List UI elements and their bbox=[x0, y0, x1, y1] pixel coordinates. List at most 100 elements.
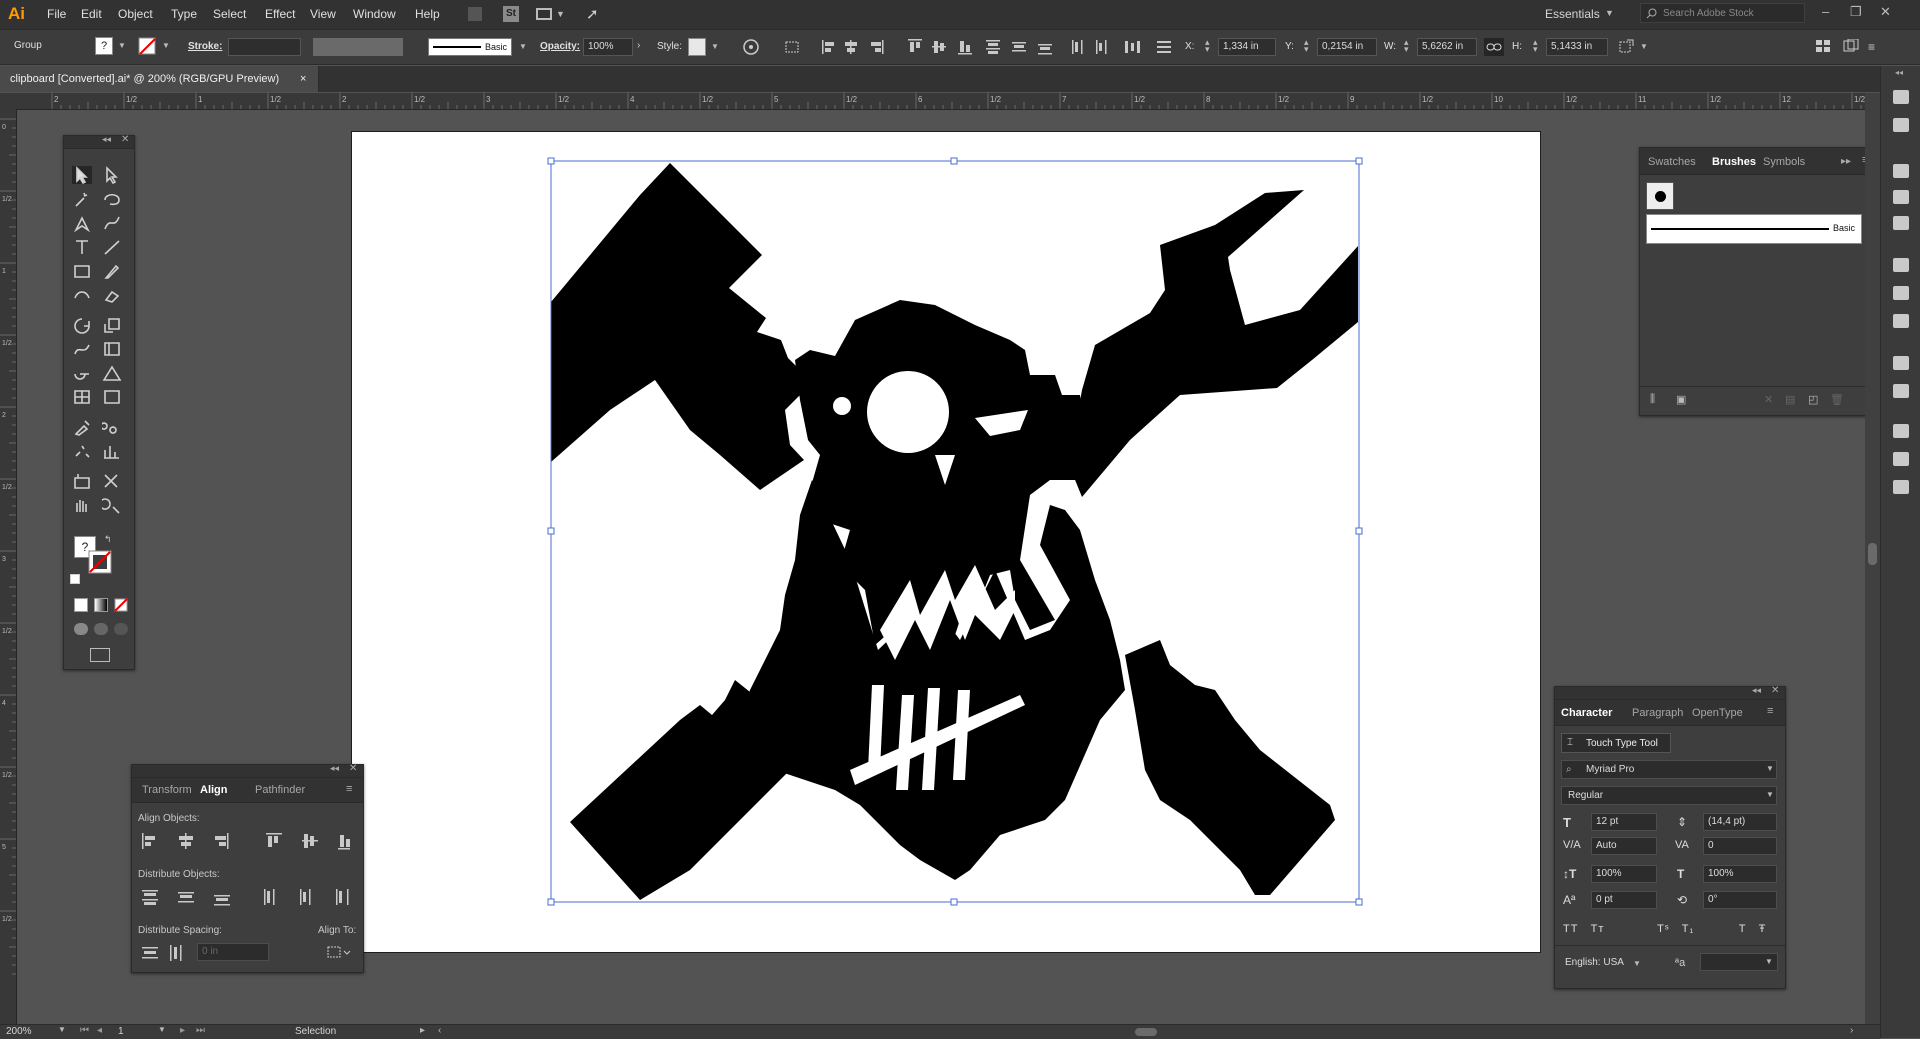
hand-tool-icon[interactable] bbox=[72, 496, 92, 514]
tab-align[interactable]: Align bbox=[200, 784, 228, 796]
first-artboard-icon[interactable]: ⏮ bbox=[80, 1025, 89, 1036]
remove-stroke-icon[interactable]: ✕ bbox=[1764, 393, 1773, 406]
artboard-number[interactable]: 1 bbox=[118, 1026, 124, 1037]
panel-menu-icon[interactable]: ≡ bbox=[346, 783, 352, 795]
line-segment-tool-icon[interactable] bbox=[102, 238, 122, 256]
rotate-tool-icon[interactable] bbox=[72, 316, 92, 334]
expand-icon[interactable]: ▸▸ bbox=[1841, 156, 1851, 167]
prev-artboard-icon[interactable]: ◂ bbox=[97, 1025, 102, 1036]
color-mode-icon[interactable] bbox=[74, 598, 88, 612]
warp-tool-icon[interactable] bbox=[72, 340, 92, 358]
align-to-selection-icon[interactable] bbox=[325, 943, 353, 961]
perspective-grid-tool-icon[interactable] bbox=[102, 364, 122, 382]
distribute-spacing-buttons[interactable] bbox=[140, 943, 190, 963]
panel-menu-icon[interactable]: ≡ bbox=[1767, 705, 1773, 717]
anti-aliasing-select[interactable]: ▼ bbox=[1700, 953, 1778, 971]
close-icon[interactable]: ✕ bbox=[1771, 685, 1779, 696]
layers-icon[interactable] bbox=[1893, 452, 1909, 466]
gradient-tool-icon[interactable] bbox=[102, 388, 122, 406]
swatches-icon[interactable] bbox=[1893, 164, 1909, 178]
font-style-field[interactable]: Regular ▼ bbox=[1561, 786, 1777, 805]
default-colors-icon[interactable] bbox=[70, 574, 80, 584]
delete-icon[interactable]: 🗑 bbox=[1830, 393, 1844, 406]
calligraphic-brush-swatch[interactable] bbox=[1646, 182, 1674, 210]
eraser-tool-icon[interactable] bbox=[102, 286, 122, 304]
collapse-icon[interactable]: ◂◂ bbox=[102, 134, 111, 145]
gradient-icon[interactable] bbox=[1893, 286, 1909, 300]
curvature-tool-icon[interactable] bbox=[102, 214, 122, 232]
horizontal-scrollbar-thumb[interactable] bbox=[1135, 1028, 1157, 1036]
align-panel-header[interactable]: ◂◂ ✕ bbox=[132, 763, 363, 778]
orc-skull-artwork[interactable] bbox=[551, 163, 1358, 900]
zoom-tool-icon[interactable] bbox=[99, 496, 122, 514]
symbol-sprayer-tool-icon[interactable] bbox=[72, 442, 92, 460]
tab-brushes[interactable]: Brushes bbox=[1712, 156, 1756, 168]
font-size-field[interactable]: 12 pt bbox=[1591, 813, 1657, 831]
slice-tool-icon[interactable] bbox=[102, 472, 122, 490]
assets-icon[interactable] bbox=[1893, 90, 1909, 104]
text-style-buttons[interactable]: TT Tт Tˢ T₁ T Ŧ bbox=[1563, 923, 1766, 935]
collapse-icon[interactable]: ◂◂ bbox=[330, 763, 339, 774]
chevron-down-icon[interactable]: ▼ bbox=[58, 1025, 66, 1034]
tracking-field[interactable]: 0 bbox=[1703, 837, 1777, 855]
stroke-box-icon[interactable] bbox=[88, 550, 112, 574]
mesh-tool-icon[interactable] bbox=[72, 388, 92, 406]
libraries-panel-icon[interactable]: ▣ bbox=[1676, 393, 1686, 406]
export-icon[interactable] bbox=[1893, 424, 1909, 438]
artboards-icon[interactable] bbox=[1893, 480, 1909, 494]
tab-paragraph[interactable]: Paragraph bbox=[1632, 707, 1683, 719]
rotation-field[interactable]: 0° bbox=[1703, 891, 1777, 909]
touch-type-button[interactable]: ⌶ Touch Type Tool bbox=[1561, 733, 1671, 753]
free-transform-tool-icon[interactable] bbox=[102, 340, 122, 358]
collapse-icon[interactable]: ◂◂ bbox=[1895, 68, 1903, 77]
gradient-mode-icon[interactable] bbox=[94, 598, 108, 612]
vertical-scale-field[interactable]: 100% bbox=[1591, 865, 1657, 883]
brush-libraries-icon[interactable]: ⫼ bbox=[1650, 393, 1655, 406]
swap-colors-icon[interactable]: ↰ bbox=[104, 534, 112, 545]
align-objects-buttons[interactable] bbox=[140, 831, 350, 851]
direct-selection-tool-icon[interactable] bbox=[102, 166, 122, 185]
distribute-objects-buttons[interactable] bbox=[140, 887, 355, 907]
pen-tool-icon[interactable] bbox=[72, 214, 92, 233]
language-select[interactable]: English: USA bbox=[1565, 957, 1624, 968]
eyedropper-tool-icon[interactable] bbox=[72, 418, 92, 436]
tab-symbols[interactable]: Symbols bbox=[1763, 156, 1805, 168]
spacing-value-field[interactable]: 0 in bbox=[197, 943, 269, 961]
lasso-tool-icon[interactable] bbox=[102, 190, 122, 208]
column-graph-tool-icon[interactable] bbox=[102, 442, 122, 460]
magic-wand-tool-icon[interactable] bbox=[72, 190, 92, 208]
scroll-right-icon[interactable]: › bbox=[1850, 1025, 1853, 1036]
artboard-tool-icon[interactable] bbox=[72, 472, 92, 490]
tab-swatches[interactable]: Swatches bbox=[1648, 156, 1696, 168]
selection-tool-icon[interactable] bbox=[72, 166, 92, 185]
current-tool-status[interactable]: Selection bbox=[295, 1026, 336, 1037]
font-family-field[interactable]: ⌕ Myriad Pro ▼ bbox=[1561, 760, 1777, 779]
type-tool-icon[interactable] bbox=[72, 238, 92, 256]
stroke-icon[interactable] bbox=[1893, 258, 1909, 272]
scrollbar-thumb[interactable] bbox=[1868, 543, 1877, 565]
graphic-styles-icon[interactable] bbox=[1893, 384, 1909, 398]
tab-character[interactable]: Character bbox=[1561, 707, 1612, 719]
options-icon[interactable]: ▤ bbox=[1785, 393, 1795, 406]
draw-inside-icon[interactable] bbox=[114, 623, 128, 635]
shape-builder-tool-icon[interactable] bbox=[72, 364, 92, 382]
screen-mode-icon[interactable] bbox=[90, 648, 110, 662]
chevron-down-icon[interactable]: ▼ bbox=[158, 1025, 166, 1034]
character-panel-header[interactable]: ◂◂ ✕ bbox=[1555, 685, 1785, 700]
leading-field[interactable]: (14,4 pt) bbox=[1703, 813, 1777, 831]
none-mode-icon[interactable] bbox=[114, 598, 128, 612]
last-artboard-icon[interactable]: ⏭ bbox=[196, 1025, 205, 1036]
close-icon[interactable]: ✕ bbox=[121, 134, 129, 145]
rectangle-tool-icon[interactable] bbox=[72, 262, 92, 280]
tab-opentype[interactable]: OpenType bbox=[1692, 707, 1743, 719]
close-icon[interactable]: ✕ bbox=[349, 763, 357, 774]
status-menu-icon[interactable]: ▸ bbox=[420, 1025, 425, 1036]
tools-panel-header[interactable]: ◂◂ ✕ bbox=[64, 134, 134, 149]
chevron-down-icon[interactable]: ▼ bbox=[1633, 959, 1641, 968]
horizontal-scale-field[interactable]: 100% bbox=[1703, 865, 1777, 883]
transparency-icon[interactable] bbox=[1893, 314, 1909, 328]
symbols-icon[interactable] bbox=[1893, 216, 1909, 230]
draw-normal-icon[interactable] bbox=[74, 623, 88, 635]
tab-pathfinder[interactable]: Pathfinder bbox=[255, 784, 305, 796]
scroll-left-icon[interactable]: ‹ bbox=[438, 1025, 441, 1036]
